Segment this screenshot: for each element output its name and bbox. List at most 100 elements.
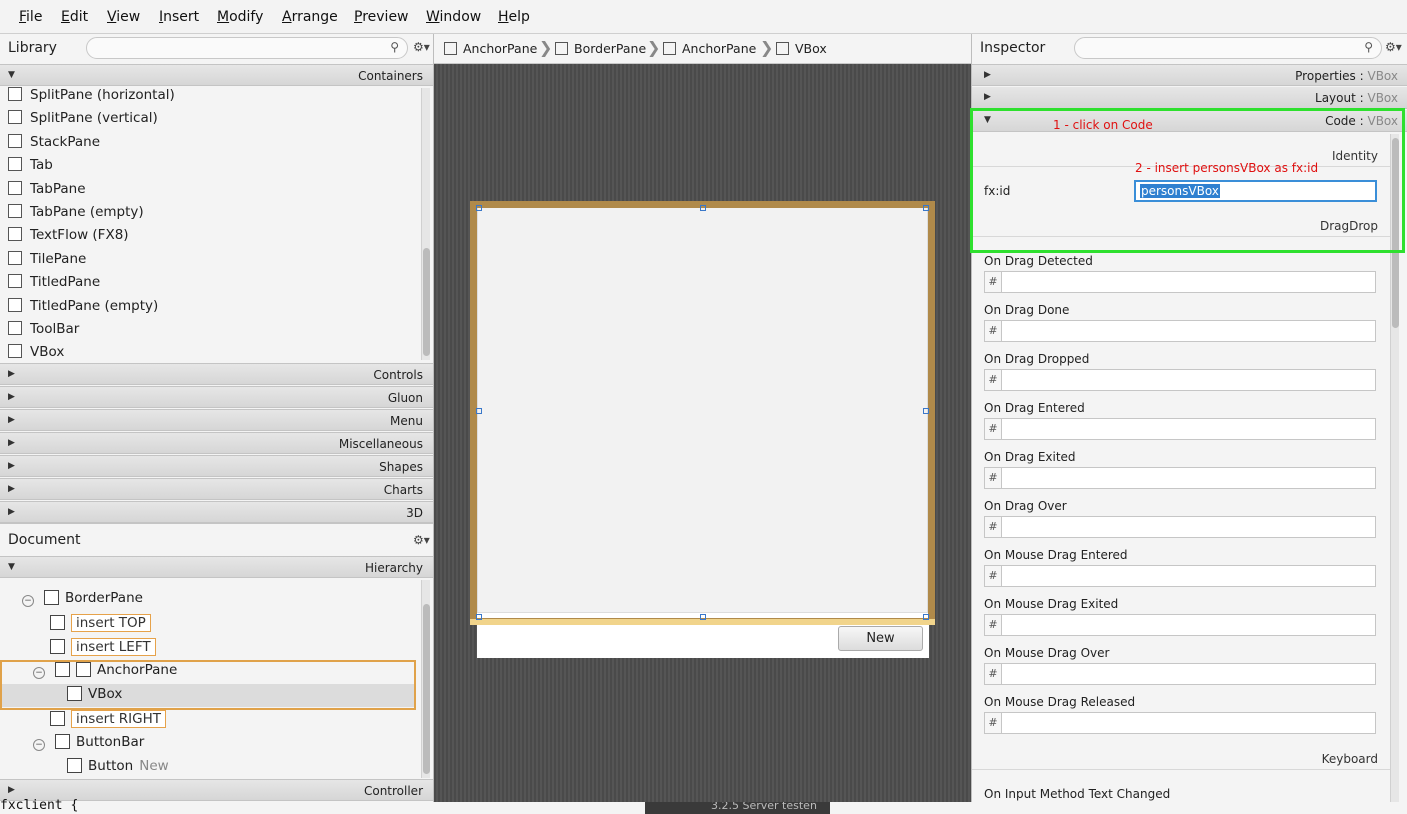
breadcrumb-item[interactable]: AnchorPane [663, 41, 756, 56]
taskbar-item[interactable]: 3.2.5 Server testen [645, 802, 830, 814]
container-icon [8, 87, 22, 101]
annotation-2: 2 - insert personsVBox as fx:id [1135, 161, 1319, 175]
event-label: On Drag Detected [984, 254, 1093, 268]
resize-handle[interactable] [923, 408, 929, 414]
tree-item[interactable]: − ButtonBar [33, 734, 144, 756]
section-containers[interactable]: ▼ Containers [0, 64, 433, 86]
tree-item[interactable]: insert TOP [50, 614, 151, 636]
container-icon [8, 157, 22, 172]
event-handler-input[interactable]: # [984, 614, 1376, 636]
library-gear-icon[interactable]: ⚙▾ [413, 40, 430, 54]
container-icon [8, 321, 22, 335]
resize-handle[interactable] [700, 205, 706, 211]
tree-item[interactable]: VBox [67, 686, 122, 708]
new-button[interactable]: New [838, 626, 923, 651]
breadcrumb-item[interactable]: VBox [776, 41, 827, 56]
library-item[interactable]: TitledPane (empty) [8, 297, 158, 320]
library-scrollbar[interactable] [421, 88, 430, 360]
bottom-strip: fxclient { 3.2.5 Server testen [0, 798, 1407, 814]
library-item[interactable]: TitledPane [8, 274, 100, 296]
tree-item[interactable]: insert RIGHT [50, 710, 167, 732]
event-handler-input[interactable]: # [984, 565, 1376, 587]
tree-item[interactable]: Button New [67, 758, 169, 780]
library-item[interactable]: TabPane (empty) [8, 204, 144, 226]
breadcrumb-item[interactable]: BorderPane [555, 41, 646, 56]
menu-preview[interactable]: Preview [354, 9, 409, 25]
menu-view[interactable]: View [107, 9, 140, 25]
anchor-icon [76, 662, 91, 677]
section-3d[interactable]: ▶ 3D [0, 501, 433, 523]
event-handler-input[interactable]: # [984, 663, 1376, 685]
event-handler-input[interactable]: # [984, 712, 1376, 734]
tree-item[interactable]: − BorderPane [22, 590, 143, 612]
event-label: On Mouse Drag Entered [984, 548, 1128, 562]
event-label: On Drag Entered [984, 401, 1085, 415]
menu-help[interactable]: Help [498, 9, 530, 25]
library-item[interactable]: TabPane [8, 180, 86, 203]
section-properties[interactable]: ▶ Properties : VBox [972, 64, 1407, 86]
inspector-search-input[interactable]: ⚲ [1074, 37, 1382, 59]
library-item[interactable]: SplitPane (vertical) [8, 110, 158, 132]
selection-frame [470, 201, 935, 625]
resize-handle[interactable] [476, 614, 482, 620]
event-handler-input[interactable]: # [984, 467, 1376, 489]
subsection-keyboard: Keyboard [972, 748, 1390, 770]
event-handler-input[interactable]: # [984, 369, 1376, 391]
section-gluon[interactable]: ▶ Gluon [0, 386, 433, 408]
collapse-toggle-icon[interactable]: − [33, 667, 45, 679]
collapse-toggle-icon[interactable]: − [22, 595, 34, 607]
breadcrumb-item[interactable]: AnchorPane [444, 41, 537, 56]
library-item[interactable]: SplitPane (horizontal) [8, 87, 175, 109]
design-canvas[interactable]: New [434, 64, 971, 802]
library-item[interactable]: Tab [8, 157, 53, 179]
container-icon [8, 250, 22, 265]
hash-icon: # [985, 566, 1002, 586]
section-shapes[interactable]: ▶ Shapes [0, 455, 433, 477]
container-icon [8, 204, 22, 218]
tree-item[interactable]: insert LEFT [50, 638, 156, 660]
resize-handle[interactable] [923, 205, 929, 211]
container-icon [8, 110, 22, 125]
document-title: Document [8, 532, 81, 548]
library-item[interactable]: ToolBar [8, 321, 79, 343]
highlight-box [970, 108, 1405, 253]
library-search-input[interactable]: ⚲ [86, 37, 408, 59]
menu-edit[interactable]: Edit [61, 9, 88, 25]
resize-handle[interactable] [700, 614, 706, 620]
section-menu[interactable]: ▶ Menu [0, 409, 433, 431]
resize-handle[interactable] [476, 408, 482, 414]
section-miscellaneous[interactable]: ▶ Miscellaneous [0, 432, 433, 454]
event-handler-input[interactable]: # [984, 418, 1376, 440]
node-icon [50, 639, 65, 654]
library-item[interactable]: TilePane [8, 250, 86, 273]
document-header: Document ⚙▾ [0, 523, 433, 555]
expand-arrow-icon: ▼ [8, 562, 15, 572]
annotation-1: 1 - click on Code [1053, 118, 1153, 132]
library-item[interactable]: StackPane [8, 133, 100, 156]
menu-arrange[interactable]: Arrange [282, 9, 338, 25]
expand-arrow-icon: ▼ [8, 70, 15, 80]
event-label: On Mouse Drag Released [984, 695, 1136, 709]
event-handler-input[interactable]: # [984, 320, 1376, 342]
library-item[interactable]: TextFlow (FX8) [8, 227, 129, 249]
tree-item[interactable]: − AnchorPane [33, 662, 177, 684]
menu-file[interactable]: File [19, 9, 42, 25]
resize-handle[interactable] [476, 205, 482, 211]
section-controls[interactable]: ▶ Controls [0, 363, 433, 385]
document-gear-icon[interactable]: ⚙▾ [413, 533, 430, 547]
event-handler-input[interactable]: # [984, 271, 1376, 293]
collapse-toggle-icon[interactable]: − [33, 739, 45, 751]
node-icon [555, 42, 568, 55]
section-charts[interactable]: ▶ Charts [0, 478, 433, 500]
section-hierarchy[interactable]: ▼ Hierarchy [0, 556, 433, 578]
hierarchy-scrollbar[interactable] [421, 580, 430, 778]
resize-handle[interactable] [923, 614, 929, 620]
menu-window[interactable]: Window [426, 9, 481, 25]
section-layout[interactable]: ▶ Layout : VBox [972, 87, 1407, 109]
menu-insert[interactable]: Insert [159, 9, 199, 25]
inspector-gear-icon[interactable]: ⚙▾ [1385, 40, 1402, 54]
node-icon [663, 42, 676, 55]
event-handler-input[interactable]: # [984, 516, 1376, 538]
menu-modify[interactable]: Modify [217, 9, 263, 25]
node-icon [50, 615, 65, 630]
